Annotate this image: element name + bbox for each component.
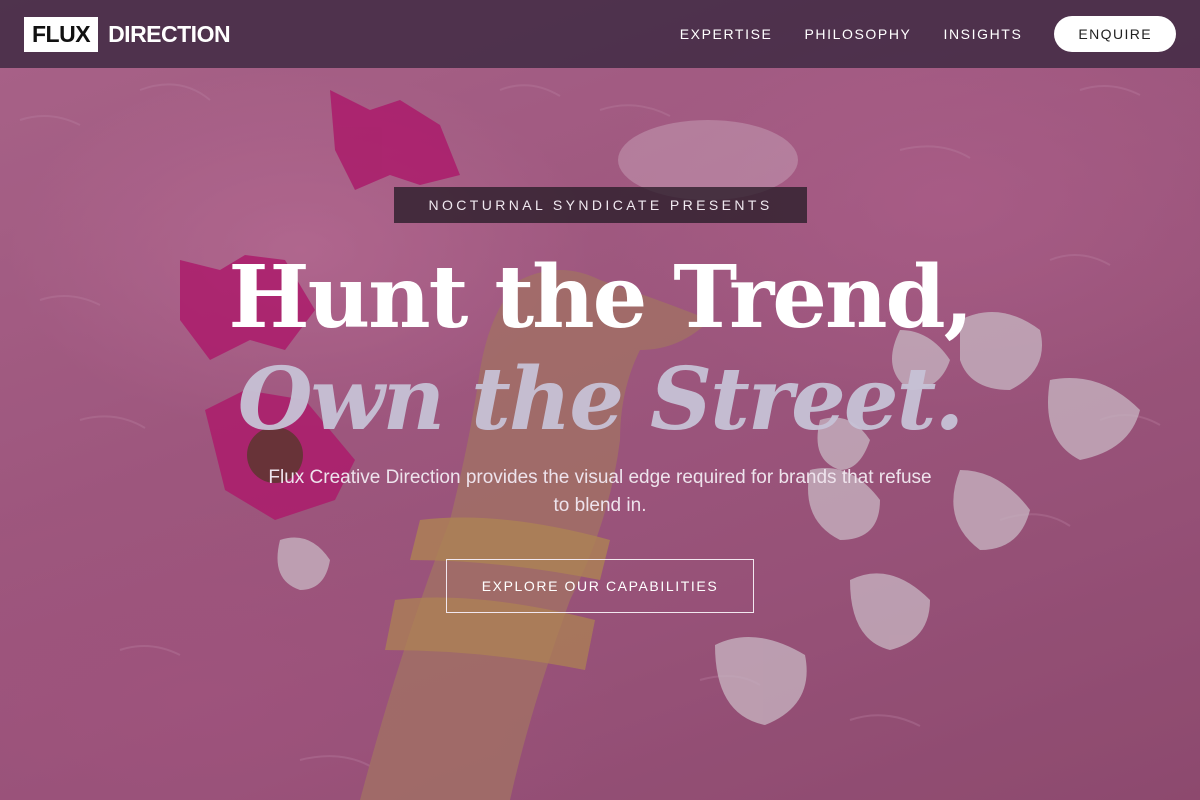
nav-link-expertise[interactable]: EXPERTISE <box>680 26 773 42</box>
hero-eyebrow-tag: NOCTURNAL SYNDICATE PRESENTS <box>394 187 807 223</box>
nav-link-philosophy[interactable]: PHILOSOPHY <box>804 26 911 42</box>
nav-link-insights[interactable]: INSIGHTS <box>943 26 1022 42</box>
hero-subtext: Flux Creative Direction provides the vis… <box>268 467 932 516</box>
logo-box: FLUX <box>24 16 99 52</box>
hero-headline: Hunt the Trend, <box>228 247 973 348</box>
logo-text: DIRECTION <box>108 20 231 47</box>
brand-logo[interactable]: FLUX DIRECTION <box>24 16 231 52</box>
explore-capabilities-button[interactable]: EXPLORE OUR CAPABILITIES <box>446 559 754 613</box>
top-navbar: FLUX DIRECTION EXPERTISE PHILOSOPHY INSI… <box>0 0 1200 68</box>
hero-headline-italic: Own the Street. <box>237 349 965 450</box>
enquire-button[interactable]: ENQUIRE <box>1054 16 1176 52</box>
nav-menu: EXPERTISE PHILOSOPHY INSIGHTS ENQUIRE <box>680 16 1176 52</box>
